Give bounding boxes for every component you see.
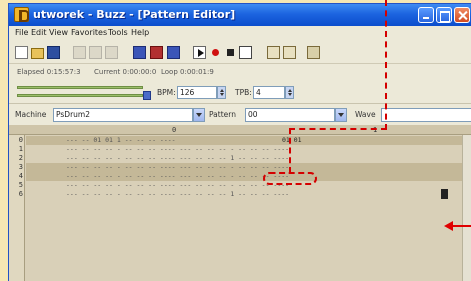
bpm-field[interactable]: 126 [177,86,217,99]
edit-cursor [441,189,448,199]
row-number: 2 [18,154,23,162]
menu-view[interactable]: View [49,28,68,37]
paste-icon[interactable] [105,46,118,59]
annotation-arrow-icon [444,221,453,231]
current-time: Current 0:00:00:0 [94,68,157,76]
row-number: 5 [18,181,23,189]
sequence-view-icon[interactable] [167,46,180,59]
copy-icon[interactable] [89,46,102,59]
time-info-bar: Elapsed 0:15:57:3 Current 0:00:00:0 Loop… [9,64,471,82]
bpm-spinner[interactable] [217,86,226,99]
menu-favorites[interactable]: Favorites [71,28,107,37]
tpb-spinner[interactable] [285,86,294,99]
pattern-row[interactable]: --- -- -- -- - -- -- -- ---- --- -- -- -… [26,181,462,190]
pattern-grid[interactable]: 0 1 0 1 2 3 4 5 6 --- -- 01 01 1 -- -- -… [9,125,471,281]
new-file-icon[interactable] [15,46,28,59]
row-number-gutter: 0 1 2 3 4 5 6 [9,135,25,281]
row-cells: --- -- 01 01 1 -- -- -- ---- [66,136,180,144]
play-icon[interactable] [193,46,206,59]
pattern-dropdown-icon[interactable] [335,108,347,122]
pattern-select[interactable]: 00 [245,108,335,122]
pattern-row[interactable]: --- -- -- -- - -- -- -- ---- --- -- -- -… [26,189,462,199]
stop-icon[interactable] [224,46,237,59]
track-header: 0 1 [9,125,471,135]
row-number: 3 [18,163,23,171]
wave-label: Wave [355,110,376,119]
annotation-highlight-ring [263,172,317,185]
wave-select[interactable] [381,108,471,122]
tpb-label: TPB: [235,88,252,97]
close-button[interactable] [454,7,470,23]
row-number: 1 [18,145,23,153]
pattern-row[interactable]: --- -- -- -- - -- -- -- ---- --- -- -- -… [26,145,462,154]
save-icon[interactable] [47,46,60,59]
pattern-row[interactable]: --- -- -- -- - -- -- -- ---- --- -- -- -… [26,154,462,163]
annotation-arrow-shaft [452,225,471,227]
annotation-callout-line [385,0,387,130]
row-number: 4 [18,172,23,180]
loop-icon[interactable] [239,46,252,59]
machine-label: Machine [15,110,47,119]
loop-time: Loop 0:00:01:9 [161,68,214,76]
pattern-row[interactable]: --- -- -- -- - -- -- -- ---- --- -- -- -… [26,172,462,181]
machine-dropdown-icon[interactable] [193,108,205,122]
wavetable-icon[interactable] [267,46,280,59]
machine-bar: Machine PsDrum2 Pattern 00 Wave [9,105,471,125]
song-info-icon[interactable] [283,46,296,59]
pattern-row[interactable]: --- -- 01 01 1 -- -- -- ---- 01 01 [26,136,462,145]
buzz-app-icon [14,7,29,22]
slider-thumb[interactable] [143,91,151,100]
bpm-label: BPM: [157,88,176,97]
vertical-scrollbar[interactable] [462,135,471,281]
window-title: utworek - Buzz - [Pattern Editor] [33,8,236,21]
cpu-monitor-icon[interactable] [307,46,320,59]
elapsed-time: Elapsed 0:15:57:3 [17,68,81,76]
machine-select[interactable]: PsDrum2 [53,108,193,122]
tpb-field[interactable]: 4 [253,86,285,99]
row-cells: --- -- -- -- - -- -- -- ---- --- -- -- -… [66,145,290,153]
menu-tools[interactable]: Tools [108,28,128,37]
row-cells: --- -- -- -- - -- -- -- ---- --- -- -- -… [66,163,290,171]
maximize-button[interactable] [436,7,452,23]
record-icon[interactable] [209,46,222,59]
machine-view-icon[interactable] [133,46,146,59]
toolbar [9,42,471,64]
row-number: 6 [18,190,23,198]
minimize-button[interactable] [418,7,434,23]
menu-help[interactable]: Help [131,28,149,37]
highlighted-notes: 01 01 [282,136,302,144]
cut-icon[interactable] [73,46,86,59]
position-slider-track[interactable] [17,94,143,97]
pattern-row[interactable]: --- -- -- -- - -- -- -- ---- --- -- -- -… [26,163,462,172]
row-cells: --- -- -- -- - -- -- -- ---- --- -- -- -… [66,172,290,180]
row-cells: --- -- -- -- - -- -- -- ---- --- -- -- -… [66,181,290,189]
pattern-label: Pattern [209,110,236,119]
annotation-callout-line [289,128,387,130]
volume-slider-track[interactable] [17,86,143,89]
pattern-view-icon[interactable] [150,46,163,59]
buzz-window: utworek - Buzz - [Pattern Editor] File E… [8,3,471,281]
track-label-0: 0 [172,126,177,134]
menu-bar: File Edit View Favorites Tools Help [9,26,471,42]
annotation-callout-line [289,128,291,173]
open-folder-icon[interactable] [31,48,44,59]
menu-edit[interactable]: Edit [31,28,47,37]
row-cells: --- -- -- -- - -- -- -- ---- --- -- -- -… [66,154,290,162]
tempo-bar: BPM: 126 TPB: 4 [9,82,471,104]
row-cells: --- -- -- -- - -- -- -- ---- --- -- -- -… [66,190,290,198]
row-number: 0 [18,136,23,144]
menu-file[interactable]: File [15,28,28,37]
title-bar[interactable]: utworek - Buzz - [Pattern Editor] [9,4,471,26]
